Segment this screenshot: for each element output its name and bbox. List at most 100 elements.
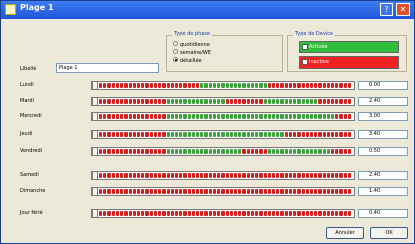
active-slot[interactable] xyxy=(301,114,305,119)
inactive-slot[interactable] xyxy=(229,211,233,216)
inactive-slot[interactable] xyxy=(217,189,221,194)
inactive-slot[interactable] xyxy=(246,211,250,216)
inactive-slot[interactable] xyxy=(225,211,229,216)
inactive-slot[interactable] xyxy=(191,173,196,178)
inactive-slot[interactable] xyxy=(339,114,343,119)
inactive-slot[interactable] xyxy=(124,211,128,216)
inactive-slot[interactable] xyxy=(276,189,280,194)
inactive-slot[interactable] xyxy=(158,173,162,178)
active-slot[interactable] xyxy=(276,114,280,119)
inactive-slot[interactable] xyxy=(107,149,111,154)
inactive-slot[interactable] xyxy=(132,211,136,216)
inactive-slot[interactable] xyxy=(246,99,250,104)
inactive-slot[interactable] xyxy=(284,211,288,216)
active-slot[interactable] xyxy=(183,114,187,119)
inactive-slot[interactable] xyxy=(103,149,107,154)
inactive-slot[interactable] xyxy=(326,189,331,194)
inactive-slot[interactable] xyxy=(153,99,158,104)
inactive-slot[interactable] xyxy=(343,173,347,178)
inactive-slot[interactable] xyxy=(170,83,174,88)
inactive-slot[interactable] xyxy=(305,189,309,194)
bar-handle[interactable] xyxy=(92,81,98,90)
inactive-slot[interactable] xyxy=(132,83,136,88)
time-segments[interactable] xyxy=(99,173,352,178)
inactive-slot[interactable] xyxy=(246,173,250,178)
inactive-slot[interactable] xyxy=(335,189,339,194)
inactive-slot[interactable] xyxy=(187,211,191,216)
inactive-slot[interactable] xyxy=(234,189,238,194)
inactive-slot[interactable] xyxy=(120,83,124,88)
inactive-slot[interactable] xyxy=(107,99,111,104)
inactive-slot[interactable] xyxy=(335,99,339,104)
inactive-slot[interactable] xyxy=(347,211,352,216)
inactive-slot[interactable] xyxy=(293,132,297,137)
inactive-slot[interactable] xyxy=(145,114,149,119)
inactive-slot[interactable] xyxy=(208,211,212,216)
active-slot[interactable] xyxy=(271,114,276,119)
inactive-slot[interactable] xyxy=(115,83,120,88)
inactive-slot[interactable] xyxy=(267,211,271,216)
active-slot[interactable] xyxy=(217,114,221,119)
day-value-field[interactable]: 0.50 xyxy=(358,147,408,156)
device-inactive-option[interactable]: Inactive xyxy=(299,56,399,69)
active-slot[interactable] xyxy=(208,149,212,154)
inactive-slot[interactable] xyxy=(335,149,339,154)
inactive-slot[interactable] xyxy=(103,211,107,216)
day-schedule-bar[interactable] xyxy=(91,112,355,121)
inactive-slot[interactable] xyxy=(305,83,309,88)
inactive-slot[interactable] xyxy=(99,114,103,119)
time-segments[interactable] xyxy=(99,189,352,194)
inactive-slot[interactable] xyxy=(174,83,179,88)
inactive-slot[interactable] xyxy=(158,211,162,216)
inactive-slot[interactable] xyxy=(297,132,301,137)
active-slot[interactable] xyxy=(204,83,208,88)
inactive-slot[interactable] xyxy=(162,83,166,88)
inactive-slot[interactable] xyxy=(259,99,263,104)
inactive-slot[interactable] xyxy=(339,211,343,216)
inactive-slot[interactable] xyxy=(331,83,335,88)
active-slot[interactable] xyxy=(166,99,170,104)
inactive-slot[interactable] xyxy=(162,173,166,178)
inactive-slot[interactable] xyxy=(221,211,225,216)
bar-handle[interactable] xyxy=(92,112,98,121)
active-slot[interactable] xyxy=(267,114,271,119)
inactive-slot[interactable] xyxy=(99,132,103,137)
active-slot[interactable] xyxy=(305,149,309,154)
active-slot[interactable] xyxy=(204,132,208,137)
active-slot[interactable] xyxy=(191,132,196,137)
inactive-slot[interactable] xyxy=(347,173,352,178)
inactive-slot[interactable] xyxy=(297,173,301,178)
inactive-slot[interactable] xyxy=(301,211,305,216)
ok-button[interactable]: OK xyxy=(370,227,408,239)
close-button[interactable]: ✕ xyxy=(396,3,410,16)
inactive-slot[interactable] xyxy=(128,149,132,154)
inactive-slot[interactable] xyxy=(166,83,170,88)
inactive-slot[interactable] xyxy=(284,132,288,137)
inactive-slot[interactable] xyxy=(225,99,229,104)
inactive-slot[interactable] xyxy=(124,114,128,119)
inactive-slot[interactable] xyxy=(263,189,267,194)
active-slot[interactable] xyxy=(183,149,187,154)
active-slot[interactable] xyxy=(191,99,196,104)
active-slot[interactable] xyxy=(183,132,187,137)
inactive-slot[interactable] xyxy=(136,114,141,119)
active-slot[interactable] xyxy=(255,83,259,88)
active-slot[interactable] xyxy=(187,149,191,154)
inactive-slot[interactable] xyxy=(204,189,208,194)
inactive-slot[interactable] xyxy=(200,211,204,216)
active-slot[interactable] xyxy=(221,83,225,88)
active-slot[interactable] xyxy=(212,99,217,104)
active-slot[interactable] xyxy=(170,114,174,119)
inactive-slot[interactable] xyxy=(331,132,335,137)
active-slot[interactable] xyxy=(179,149,183,154)
active-slot[interactable] xyxy=(263,83,267,88)
inactive-slot[interactable] xyxy=(120,189,124,194)
inactive-slot[interactable] xyxy=(124,83,128,88)
active-slot[interactable] xyxy=(267,99,271,104)
active-slot[interactable] xyxy=(271,99,276,104)
time-segments[interactable] xyxy=(99,132,352,137)
inactive-slot[interactable] xyxy=(263,211,267,216)
inactive-slot[interactable] xyxy=(347,189,352,194)
inactive-slot[interactable] xyxy=(103,99,107,104)
active-slot[interactable] xyxy=(250,132,255,137)
